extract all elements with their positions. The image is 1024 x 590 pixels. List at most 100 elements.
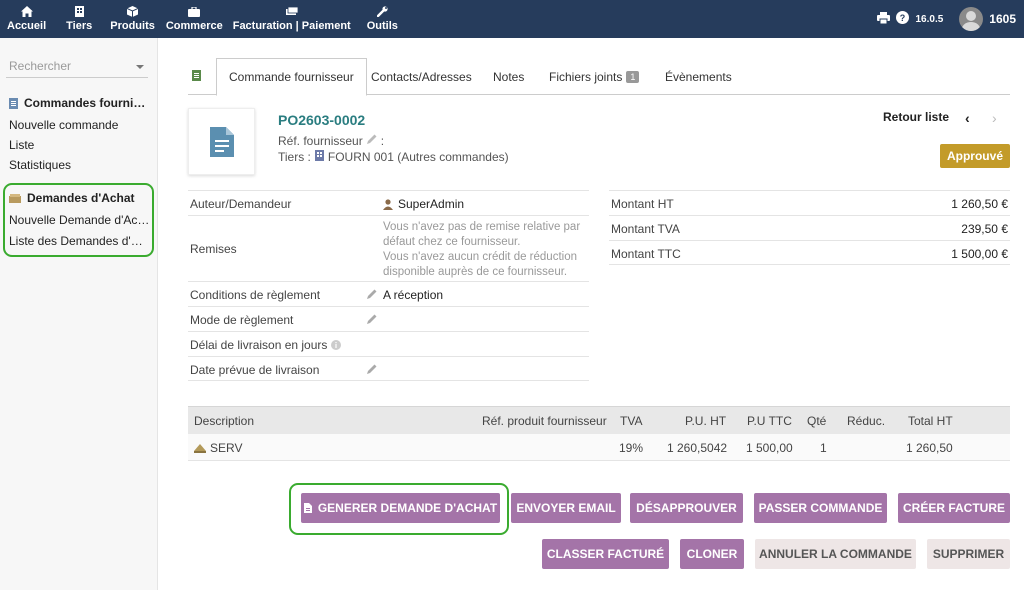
nav-outils[interactable]: Outils [355, 0, 404, 38]
supprimer-button[interactable]: Supprimer [927, 539, 1010, 569]
creer-facture-button[interactable]: Créer facture [898, 493, 1010, 523]
back-to-list-link[interactable]: Retour liste [883, 110, 949, 124]
thirdparty-row: Tiers : FOURN 001 (Autres commandes) [278, 150, 509, 164]
tab-commande-fournisseur[interactable]: Commande fournisseur [216, 58, 367, 96]
table-row[interactable]: SERV 19% 1 260,5042 1 500,00 1 1 260,50 [188, 434, 1010, 461]
menu-link-liste-demandes-achat[interactable]: Liste des Demandes d'Achat [9, 234, 149, 248]
document-icon [209, 126, 234, 157]
amount-label: Montant TVA [611, 222, 680, 236]
nav-label: Accueil [7, 20, 47, 32]
field-label: Conditions de règlement [190, 288, 321, 302]
field-value: A réception [383, 288, 444, 302]
amounts-table: Montant HT 1 260,50 € Montant TVA 239,50… [609, 190, 1010, 265]
nav-commerce[interactable]: Commerce [160, 0, 227, 38]
document-icon [9, 97, 18, 109]
nav-facturation[interactable]: Facturation | Paiement [227, 0, 355, 38]
tab-bar: Commande fournisseur Contacts/Adresses N… [188, 58, 1010, 96]
field-delai-livraison: Délai de livraison en jours [188, 331, 589, 356]
nav-label: Facturation | Paiement [232, 20, 351, 32]
menu-title-label: Commandes fournisseurs [24, 96, 149, 110]
chevron-down-icon [136, 65, 144, 69]
thirdparty-link[interactable]: FOURN 001 (Autres commandes) [328, 150, 509, 164]
thirdparty-label: Tiers : [278, 150, 311, 164]
tab-label: Évènements [665, 69, 732, 84]
passer-commande-button[interactable]: Passer commande [754, 493, 887, 523]
menu-title-demandes-achat[interactable]: Demandes d'Achat [9, 191, 135, 205]
table-header: Description Réf. produit fournisseur TVA… [188, 406, 1010, 434]
field-label: Auteur/Demandeur [190, 197, 292, 211]
col-ref: Réf. produit fournisseur [482, 414, 607, 428]
building-icon [73, 6, 85, 17]
line-tva: 19% [619, 441, 644, 455]
cloner-button[interactable]: Cloner [680, 539, 744, 569]
help-icon[interactable]: ? [896, 11, 910, 27]
tab-label: Notes [493, 69, 525, 84]
col-reduc: Réduc. [847, 414, 886, 428]
search-input[interactable]: Rechercher [6, 56, 148, 78]
amount-value: 1 260,50 € [951, 197, 1008, 211]
field-conditions-reglement: Conditions de règlement A réception [188, 281, 589, 306]
chevron-right-icon: › [992, 110, 997, 126]
envoyer-email-button[interactable]: Envoyer email [511, 493, 621, 523]
status-badge: Approuvé [940, 144, 1010, 168]
author-name[interactable]: SuperAdmin [398, 197, 464, 211]
nav-label: Tiers [66, 20, 93, 32]
top-right-tools: ? 16.0.5 1605 [877, 0, 1016, 38]
supplier-reference-label: Réf. fournisseur [278, 133, 363, 148]
cube-icon [127, 6, 139, 17]
nav-accueil[interactable]: Accueil [0, 0, 52, 38]
menu-link-liste[interactable]: Liste [9, 138, 34, 152]
nav-produits[interactable]: Produits [101, 0, 160, 38]
line-total: 1 260,50 [906, 441, 953, 455]
home-icon [20, 6, 33, 17]
main-nav: Accueil Tiers Produits Commerce Facturat… [0, 0, 404, 38]
classer-facture-button[interactable]: Classer facturé [542, 539, 669, 569]
field-value: SuperAdmin [383, 197, 464, 211]
print-icon[interactable] [877, 11, 891, 27]
col-qte: Qté [807, 414, 827, 428]
col-puttc: P.U TTC [747, 414, 792, 428]
line-puht: 1 260,5042 [667, 441, 728, 455]
chevron-left-icon[interactable]: ‹ [965, 110, 970, 126]
info-icon[interactable] [331, 340, 342, 350]
col-tva: TVA [620, 414, 643, 428]
tab-label: Fichiers joints [549, 69, 623, 84]
order-reference: PO2603-0002 [278, 112, 366, 128]
pencil-icon[interactable] [366, 288, 378, 303]
nav-tiers[interactable]: Tiers [52, 0, 101, 38]
tab-notes[interactable]: Notes [493, 58, 524, 95]
line-description-text[interactable]: SERV [210, 441, 242, 455]
tab-contacts-adresses[interactable]: Contacts/Adresses [371, 58, 472, 95]
menu-title-commandes-fournisseurs[interactable]: Commandes fournisseurs [9, 96, 151, 110]
avatar[interactable] [959, 7, 984, 31]
tab-label: Contacts/Adresses [371, 69, 472, 84]
menu-link-statistiques[interactable]: Statistiques [9, 158, 71, 172]
field-mode-reglement: Mode de règlement [188, 306, 589, 331]
menu-link-nouvelle-commande[interactable]: Nouvelle commande [9, 118, 118, 132]
username[interactable]: 1605 [989, 12, 1016, 26]
field-auteur: Auteur/Demandeur SuperAdmin [188, 190, 589, 215]
generer-demande-achat-button[interactable]: Generer demande d'achat [301, 493, 500, 523]
supplier-reference-colon: : [380, 133, 385, 148]
line-qte: 1 [820, 441, 827, 455]
annuler-commande-button[interactable]: Annuler la commande [755, 539, 916, 569]
top-bar: Accueil Tiers Produits Commerce Facturat… [0, 0, 1024, 38]
desapprouver-button[interactable]: Désapprouver [630, 493, 743, 523]
col-puht: P.U. HT [685, 414, 727, 428]
pencil-icon[interactable] [366, 313, 378, 328]
pencil-icon[interactable] [366, 133, 378, 148]
field-label-row: Délai de livraison en jours [190, 338, 342, 352]
amount-value: 239,50 € [961, 222, 1008, 236]
pencil-icon[interactable] [366, 363, 378, 378]
search-placeholder: Rechercher [9, 59, 72, 73]
remises-text-credit: Vous n'avez aucun crédit de réduction di… [383, 251, 577, 278]
remises-info: Vous n'avez pas de remise relative par d… [383, 220, 583, 280]
nav-label: Produits [110, 20, 155, 32]
briefcase-icon [188, 6, 201, 17]
tab-fichiers-joints[interactable]: Fichiers joints 1 [549, 58, 640, 95]
nav-label: Outils [366, 20, 398, 32]
menu-link-nouvelle-demande-achat[interactable]: Nouvelle Demande d'Achat [9, 213, 151, 227]
tab-evenements[interactable]: Évènements [665, 58, 732, 95]
field-label: Mode de règlement [190, 313, 294, 327]
order-lines-table: Description Réf. produit fournisseur TVA… [188, 406, 1010, 461]
